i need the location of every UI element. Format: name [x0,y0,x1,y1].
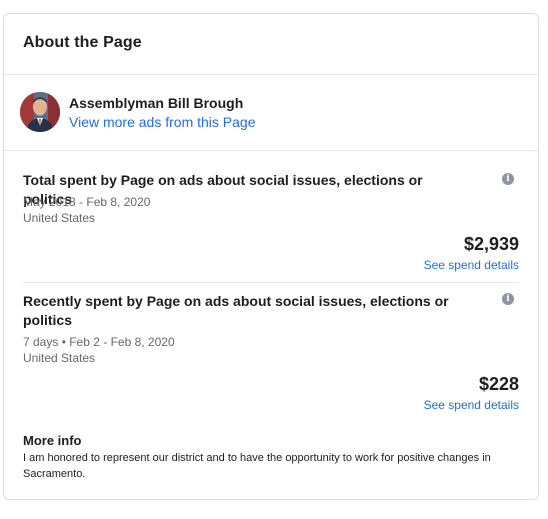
recent-spend-heading: Recently spent by Page on ads about soci… [23,293,449,328]
recent-spend-date-range: 7 days • Feb 2 - Feb 8, 2020 [23,335,175,349]
avatar-image [20,92,60,132]
spend-section: Total spent by Page on ads about social … [4,151,538,425]
recent-see-spend-details-link[interactable]: See spend details [424,398,519,412]
more-info-section: More info I am honored to represent our … [23,433,493,482]
recent-spend-block: Recently spent by Page on ads about soci… [23,283,519,425]
recent-spend-region: United States [23,351,96,365]
avatar[interactable] [20,92,60,132]
total-see-spend-details-link[interactable]: See spend details [424,258,519,272]
total-spend-amount: $2,939 [463,234,519,254]
more-info-text: I am honored to represent our district a… [23,452,491,480]
recent-spend-amount: $228 [478,374,519,394]
total-spend-date-range: May 2018 - Feb 8, 2020 [23,195,151,209]
info-icon[interactable]: i [502,173,514,185]
more-info-title: More info [23,433,82,448]
total-spend-region: United States [23,211,96,225]
view-more-ads-link[interactable]: View more ads from this Page [69,114,256,130]
page-row: Assemblyman Bill Brough View more ads fr… [4,75,538,151]
card-title: About the Page [23,34,142,51]
page-name[interactable]: Assemblyman Bill Brough [69,95,243,111]
total-spend-block: Total spent by Page on ads about social … [23,151,519,283]
info-icon[interactable]: i [502,293,514,305]
about-page-card: About the Page Assemblyman Bill Brough V… [3,13,539,500]
card-header: About the Page [4,14,538,75]
